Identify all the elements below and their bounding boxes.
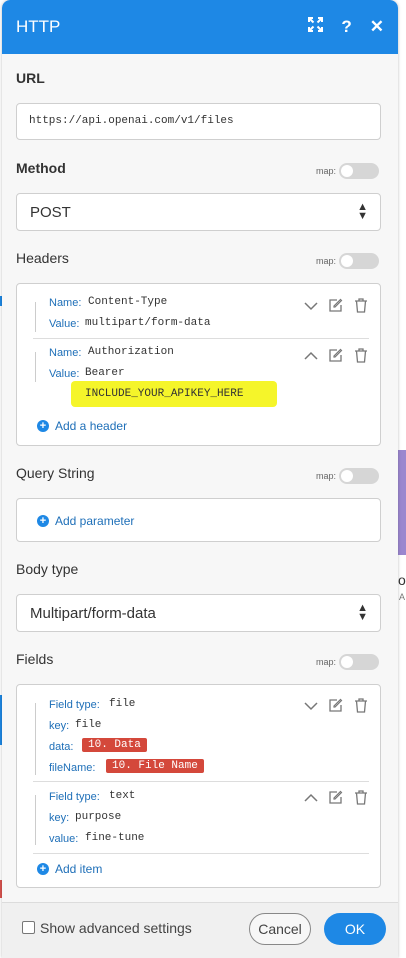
field-value-key: value:: [49, 833, 79, 845]
field-key-key: key:: [49, 720, 70, 732]
dialog-footer: Show advanced settings Cancel OK: [2, 902, 398, 958]
header-name-key: Name:: [49, 347, 82, 359]
plus-circle-icon: +: [37, 420, 49, 432]
body-type-select[interactable]: Multipart/form-data ▲ ▼: [16, 594, 381, 632]
query-string-label: Query String: [16, 465, 95, 481]
background-module-label: o: [398, 572, 406, 588]
item-bracket: [35, 703, 36, 775]
header-name-value: Content-Type: [88, 296, 168, 308]
body-type-label: Body type: [16, 561, 79, 577]
method-label: Method: [16, 160, 66, 176]
add-item-button[interactable]: + Add item: [37, 862, 102, 876]
advanced-settings-checkbox[interactable]: [22, 921, 35, 934]
field-type-key: Field type:: [49, 791, 100, 803]
mapped-variable-pill[interactable]: 10. Data: [82, 738, 147, 752]
select-arrows-icon: ▲ ▼: [357, 201, 368, 222]
chevron-down-icon[interactable]: [302, 297, 319, 314]
query-string-list: + Add parameter: [16, 498, 381, 542]
delete-icon[interactable]: [352, 697, 369, 714]
map-label: map:: [316, 471, 337, 481]
item-divider: [33, 338, 369, 339]
delete-icon[interactable]: [352, 347, 369, 364]
field-type-value: text: [109, 790, 136, 802]
query-string-map-toggle[interactable]: map:: [316, 468, 380, 484]
header-value-extra: INCLUDE_YOUR_APIKEY_HERE: [85, 388, 244, 400]
add-header-button[interactable]: + Add a header: [37, 419, 127, 433]
field-value-value: fine-tune: [85, 832, 145, 844]
edit-icon[interactable]: [327, 789, 344, 806]
dialog-title: HTTP: [16, 17, 61, 36]
plus-circle-icon: +: [37, 515, 49, 527]
background-module-sublabel: A: [399, 592, 406, 602]
url-input[interactable]: https://api.openai.com/v1/files: [16, 103, 381, 140]
expand-icon[interactable]: [308, 17, 324, 37]
chevron-up-icon[interactable]: [302, 347, 319, 364]
add-header-label: Add a header: [55, 419, 128, 433]
field-data-key: data:: [49, 741, 74, 753]
header-value-key: Value:: [49, 318, 80, 330]
field-filename-key: fileName:: [49, 762, 96, 774]
field-key-value: file: [75, 719, 102, 731]
item-divider: [33, 781, 369, 782]
header-value-key: Value:: [49, 368, 80, 380]
field-item: Field type: file key: file data: 10. Dat…: [33, 695, 369, 781]
add-parameter-label: Add parameter: [55, 514, 135, 528]
url-value: https://api.openai.com/v1/files: [29, 115, 234, 127]
delete-icon[interactable]: [352, 789, 369, 806]
mapped-variable-pill[interactable]: 10. File Name: [106, 759, 204, 773]
close-icon[interactable]: ✕: [370, 17, 384, 37]
method-value: POST: [30, 204, 71, 221]
header-value-value: Bearer: [85, 367, 125, 379]
add-item-label: Add item: [55, 862, 103, 876]
select-arrows-icon: ▲ ▼: [357, 602, 368, 623]
map-label: map:: [316, 657, 337, 667]
field-key-value: purpose: [75, 811, 122, 823]
map-toggle-switch[interactable]: [339, 654, 380, 670]
chevron-up-icon[interactable]: [302, 789, 319, 806]
fields-map-toggle[interactable]: map:: [316, 654, 380, 670]
item-divider: [33, 853, 369, 854]
plus-circle-icon: +: [37, 863, 49, 875]
http-module-dialog: HTTP ? ✕ URL https://api.openai.com/v1/f…: [2, 0, 398, 958]
header-value-value: multipart/form-data: [85, 317, 211, 329]
field-key-key: key:: [49, 812, 70, 824]
chevron-down-icon[interactable]: [302, 697, 319, 714]
cancel-button[interactable]: Cancel: [249, 913, 311, 945]
ok-button[interactable]: OK: [324, 913, 386, 945]
dialog-titlebar: HTTP ? ✕: [2, 0, 398, 54]
map-toggle-switch[interactable]: [339, 163, 380, 179]
delete-icon[interactable]: [352, 297, 369, 314]
header-item: Name: Authorization Value: Bearer INCLUD…: [33, 344, 369, 410]
headers-list: Name: Content-Type Value: multipart/form…: [16, 283, 381, 446]
header-item: Name: Content-Type Value: multipart/form…: [33, 294, 369, 338]
header-name-value: Authorization: [88, 346, 174, 358]
item-bracket: [35, 352, 36, 382]
body-type-value: Multipart/form-data: [30, 605, 156, 622]
map-label: map:: [316, 166, 337, 176]
edit-icon[interactable]: [327, 697, 344, 714]
method-select[interactable]: POST ▲ ▼: [16, 193, 381, 231]
url-label: URL: [16, 70, 45, 86]
add-parameter-button[interactable]: + Add parameter: [37, 514, 134, 528]
headers-map-toggle[interactable]: map:: [316, 253, 380, 269]
edit-icon[interactable]: [327, 347, 344, 364]
map-label: map:: [316, 256, 337, 266]
fields-list: Field type: file key: file data: 10. Dat…: [16, 684, 381, 888]
item-bracket: [35, 795, 36, 845]
map-toggle-switch[interactable]: [339, 253, 380, 269]
edit-icon[interactable]: [327, 297, 344, 314]
headers-label: Headers: [16, 250, 69, 266]
item-bracket: [35, 302, 36, 332]
field-type-value: file: [109, 698, 136, 710]
map-toggle-switch[interactable]: [339, 468, 380, 484]
advanced-settings-label[interactable]: Show advanced settings: [40, 920, 192, 936]
background-module-edge: [398, 450, 406, 555]
method-map-toggle[interactable]: map:: [316, 163, 380, 179]
fields-label: Fields: [16, 651, 54, 667]
field-item: Field type: text key: purpose value: fin…: [33, 787, 369, 851]
field-type-key: Field type:: [49, 699, 100, 711]
header-name-key: Name:: [49, 297, 82, 309]
help-icon[interactable]: ?: [341, 17, 351, 37]
